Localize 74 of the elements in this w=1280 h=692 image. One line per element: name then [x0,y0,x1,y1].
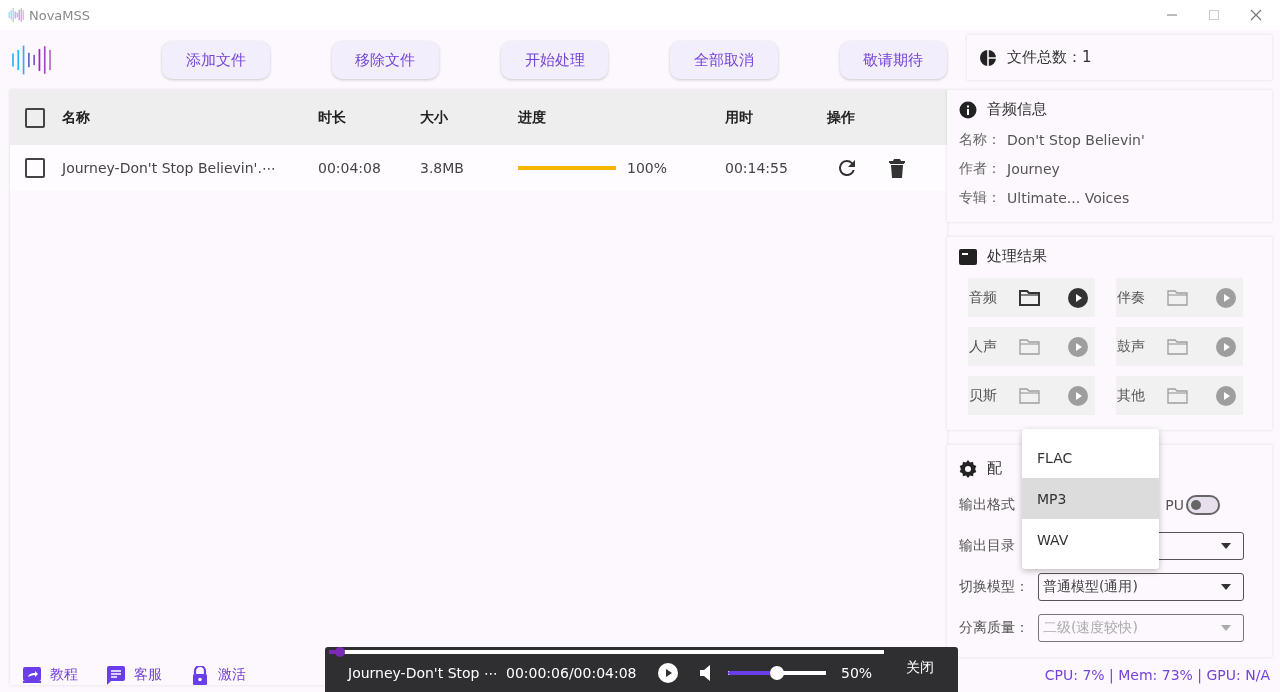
menu-option[interactable]: WAV [1022,519,1159,560]
folder-icon[interactable] [1019,289,1040,306]
footer-link[interactable]: 客服 [134,666,162,684]
speaker-icon[interactable] [700,665,712,681]
play-icon[interactable] [1068,287,1088,308]
gpu-toggle[interactable] [1186,494,1220,515]
panel-icon [959,248,977,265]
result-label: 其他 [1117,386,1145,405]
result-label: 音频 [969,288,997,307]
column-header: 进度 [518,108,547,127]
close-icon[interactable] [1250,9,1262,21]
column-header: 操作 [827,108,856,127]
checkbox[interactable] [25,107,45,128]
result-label: 伴奏 [1117,288,1145,307]
track-title: Journey-Don't Stop ⋯ [348,665,499,681]
result-label: 贝斯 [969,386,997,405]
slider-thumb[interactable] [770,666,784,680]
field-value: Ultimate... Voices [1007,189,1130,206]
table-row[interactable]: Journey-Don't Stop Believin'.⋯ 00:04:08 3.8MB 100% 00:14:55 [10,145,947,191]
field-label: 专辑： [959,188,1001,207]
toolbar-button[interactable]: 敬请期待 [839,41,947,79]
column-header: 大小 [420,108,449,127]
file-count-text: 文件总数：1 [1007,48,1092,67]
result-label: 人声 [969,337,997,356]
field-value: Don't Stop Believin' [1007,131,1145,148]
dropdown-caret-icon [1221,624,1231,631]
field-label: 切换模型： [959,577,1029,596]
pie-chart-icon [979,48,997,67]
gear-icon [959,459,977,478]
message-icon[interactable] [107,665,125,685]
close-button[interactable]: 关闭 [900,658,940,678]
field-label: 作者： [959,159,1001,178]
panel-title: 处理结果 [987,247,1047,266]
field-label: 输出目录 [959,536,1015,555]
playback-time: 00:00:06/00:04:08 [506,665,638,681]
panel-title: 配 [987,459,1002,478]
table-cell-text: 00:14:55 [725,160,789,176]
toolbar-button[interactable]: 开始处理 [501,41,609,79]
play-icon[interactable] [658,663,678,683]
table-cell-text: 00:04:08 [318,160,382,176]
refresh-icon[interactable] [837,158,857,178]
window-title: NovaMSS [29,7,91,23]
field-label: 分离质量： [959,618,1029,637]
table-cell-text: 3.8MB [420,160,465,176]
column-header: 用时 [725,108,754,127]
checkbox[interactable] [25,158,45,178]
field-label: 名称： [959,130,1001,149]
slider-thumb[interactable] [335,647,346,657]
seek-bar[interactable] [329,650,884,654]
column-header: 时长 [318,108,347,127]
info-icon [959,100,977,119]
footer-link[interactable]: 教程 [50,666,78,684]
progress-text: 100% [627,160,668,176]
toolbar-button[interactable]: 移除文件 [331,41,440,79]
app-logo [10,45,53,75]
result-label: 鼓声 [1117,337,1145,356]
toolbar-button[interactable]: 添加文件 [162,41,270,79]
panel-title: 音频信息 [987,100,1047,119]
lock-icon[interactable] [191,665,209,685]
table-cell-text: Journey-Don't Stop Believin'.⋯ [62,160,277,176]
menu-option[interactable]: FLAC [1022,437,1159,478]
menu-option[interactable]: MP3 [1022,478,1159,519]
column-header: 名称 [62,108,91,127]
field-label: 输出格式 [959,495,1015,514]
field-value: Journey [1007,160,1060,177]
toolbar-button[interactable]: 全部取消 [670,41,778,79]
dropdown-caret-icon [1221,542,1231,549]
model-select[interactable]: 普通模型(通用) [1038,572,1244,601]
volume-text: 50% [841,665,873,681]
footer-link[interactable]: 激活 [218,666,246,684]
dropdown-caret-icon [1221,583,1231,590]
status-text: CPU: 7% | Mem: 73% | GPU: N/A [1044,667,1270,683]
toggle-label: PU [1165,496,1184,513]
trash-icon[interactable] [889,158,905,178]
